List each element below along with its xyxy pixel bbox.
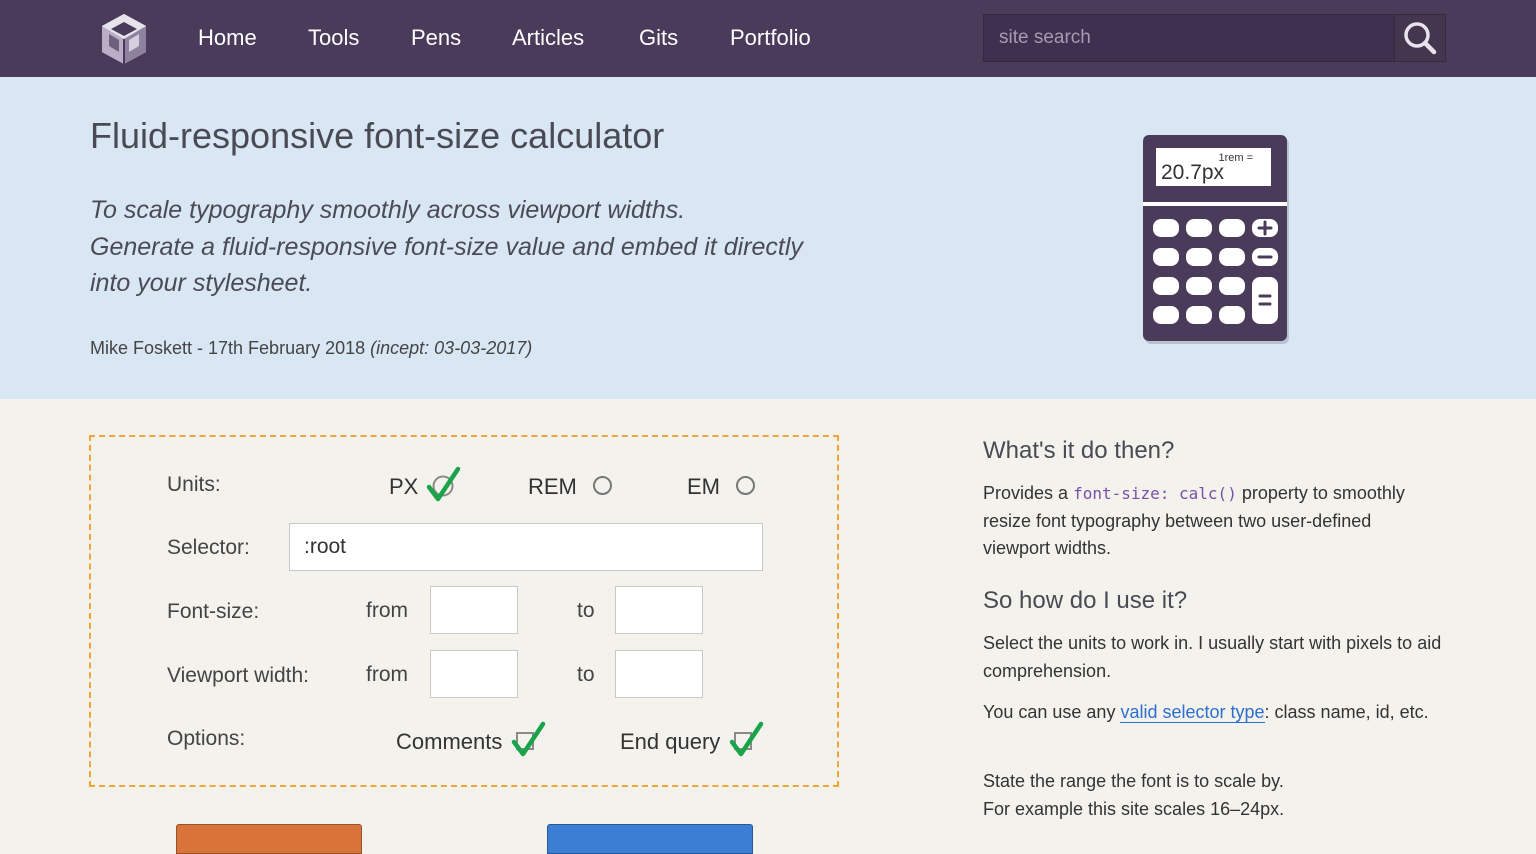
p4-line-2: For example this site scales 16–24px. xyxy=(983,798,1285,819)
viewport-from-label: from xyxy=(366,663,408,686)
p3-text-before: You can use any xyxy=(983,702,1116,722)
hero-section: Fluid-responsive font-size calculator To… xyxy=(0,77,1536,399)
font-size-from-input[interactable] xyxy=(430,586,518,634)
comments-checkbox-icon[interactable] xyxy=(510,720,546,760)
viewport-to-label: to xyxy=(577,663,595,686)
selector-label: Selector: xyxy=(167,536,250,559)
nav-portfolio[interactable]: Portfolio xyxy=(730,24,811,52)
site-logo-icon[interactable] xyxy=(97,12,151,66)
side-paragraph-2: Select the units to work in. I usually s… xyxy=(983,633,1442,681)
nav-gits[interactable]: Gits xyxy=(639,24,678,52)
units-label: Units: xyxy=(167,473,221,496)
p3-text-after: : class name, id, etc. xyxy=(1264,702,1429,722)
font-from-label: from xyxy=(366,599,408,622)
nav-pens[interactable]: Pens xyxy=(411,24,461,52)
nav-tools[interactable]: Tools xyxy=(308,24,359,52)
calculator-icon: 1rem = 20.7px xyxy=(1143,135,1289,344)
side-paragraph-1: Provides a font-size: calc() property to… xyxy=(983,480,1443,563)
font-size-label: Font-size: xyxy=(167,600,260,623)
generate-button[interactable] xyxy=(176,824,362,854)
p1-text-before: Provides a xyxy=(983,483,1069,503)
unit-em-radio[interactable] xyxy=(736,476,755,495)
intro-line-3: into your stylesheet. xyxy=(90,269,313,297)
selector-input[interactable] xyxy=(289,523,763,571)
search-button[interactable] xyxy=(1394,15,1445,61)
reset-button[interactable] xyxy=(547,824,753,854)
viewport-label: Viewport width: xyxy=(167,664,310,687)
unit-px-checked-icon[interactable] xyxy=(425,465,461,505)
site-search xyxy=(983,14,1446,62)
nav-articles[interactable]: Articles xyxy=(512,24,584,52)
hero-intro: To scale typography smoothly across view… xyxy=(90,192,803,302)
search-input[interactable] xyxy=(984,15,1396,61)
font-to-label: to xyxy=(577,599,595,622)
unit-rem-radio[interactable] xyxy=(593,476,612,495)
p1-code: font-size: calc() xyxy=(1073,484,1237,503)
font-size-to-input[interactable] xyxy=(615,586,703,634)
incept-date: (incept: 03-03-2017) xyxy=(370,338,533,358)
intro-line-2: Generate a fluid-responsive font-size va… xyxy=(90,232,803,261)
comments-label: Comments xyxy=(396,729,503,754)
top-navigation: Home Tools Pens Articles Gits Portfolio xyxy=(0,0,1536,77)
unit-px-label: PX xyxy=(389,474,419,499)
page-title: Fluid-responsive font-size calculator xyxy=(90,115,665,156)
options-label: Options: xyxy=(167,727,246,750)
side-paragraph-3: You can use any valid selector type: cla… xyxy=(983,699,1443,727)
viewport-to-input[interactable] xyxy=(615,650,703,698)
viewport-from-input[interactable] xyxy=(430,650,518,698)
nav-home[interactable]: Home xyxy=(198,24,257,52)
unit-rem-label: REM xyxy=(528,474,577,499)
calc-value: 20.7px xyxy=(1161,161,1225,184)
author-meta: Mike Foskett - 17th February 2018 (incep… xyxy=(90,338,532,359)
end-query-checkbox-icon[interactable] xyxy=(728,720,764,760)
unit-em-label: EM xyxy=(687,474,720,499)
side-heading-what: What's it do then? xyxy=(983,437,1175,464)
valid-selector-link[interactable]: valid selector type xyxy=(1120,702,1265,723)
search-icon xyxy=(1404,22,1437,55)
end-query-label: End query xyxy=(620,729,721,754)
intro-line-1: To scale typography smoothly across view… xyxy=(90,196,686,224)
author-date: Mike Foskett - 17th February 2018 xyxy=(90,338,366,358)
side-heading-how: So how do I use it? xyxy=(983,587,1188,614)
side-paragraph-4: State the range the font is to scale by.… xyxy=(983,768,1443,823)
p4-line-1: State the range the font is to scale by. xyxy=(983,771,1284,791)
